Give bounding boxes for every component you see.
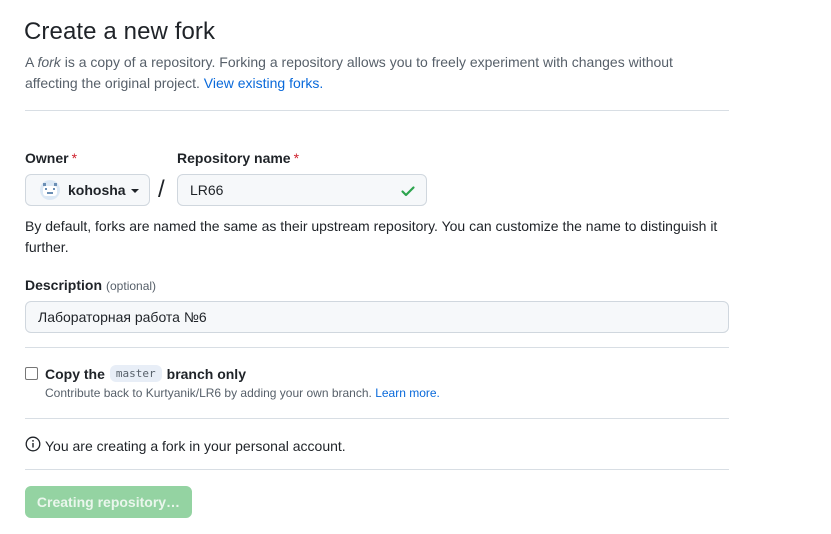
subtitle-prefix: A [25,54,38,70]
copy-branch-checkbox[interactable] [25,367,38,380]
subtitle-text: is a copy of a repository. Forking a rep… [25,54,673,91]
description-value: Лабораторная работа №6 [38,309,207,325]
repository-name-value: LR66 [190,182,224,198]
copy-branch-note: Contribute back to Kurtyanik/LR6 by addi… [45,386,440,400]
info-icon [25,436,45,455]
caret-down-icon [130,188,139,193]
description-label-text: Description [25,277,103,293]
copy-branch-note-text: Contribute back to Kurtyanik/LR6 by addi… [45,386,376,400]
description-divider [25,347,729,348]
fork-naming-hint: By default, forks are named the same as … [25,218,718,255]
branch-divider [25,418,729,419]
repository-required-mark: * [293,150,300,166]
copy-branch-label-suffix: branch only [166,365,246,382]
description-label: Description (optional) [25,277,156,293]
info-message: You are creating a fork in your personal… [45,437,346,454]
personal-account-info: You are creating a fork in your personal… [25,436,346,455]
repository-name-label: Repository name * [177,150,299,166]
owner-required-mark: * [71,150,78,166]
description-input[interactable]: Лабораторная работа №6 [25,301,729,333]
copy-branch-label[interactable]: Copy the master branch only [45,365,246,382]
subtitle-fork-word: fork [37,54,61,70]
owner-repo-separator: / [158,176,165,203]
header-divider [25,110,729,111]
page-title: Create a new fork [24,18,216,45]
branch-name-code: master [109,365,162,382]
description-optional-label: (optional) [106,279,157,293]
owner-name: kohosha [68,182,126,198]
view-existing-forks-link[interactable]: View existing forks. [204,75,324,91]
page-subtitle: A fork is a copy of a repository. Forkin… [25,52,705,94]
avatar-icon [40,180,60,200]
info-divider [25,469,729,470]
owner-label: Owner * [25,150,77,166]
check-icon [400,183,416,202]
owner-label-text: Owner [25,150,69,166]
owner-dropdown-button[interactable]: kohosha [25,174,150,206]
fork-page: Create a new fork A fork is a copy of a … [0,0,831,534]
repository-name-label-text: Repository name [177,150,291,166]
copy-branch-label-prefix: Copy the [45,365,105,382]
repository-name-input[interactable]: LR66 [177,174,427,206]
learn-more-link[interactable]: Learn more. [375,386,440,400]
create-fork-button[interactable]: Creating repository… [25,486,192,518]
